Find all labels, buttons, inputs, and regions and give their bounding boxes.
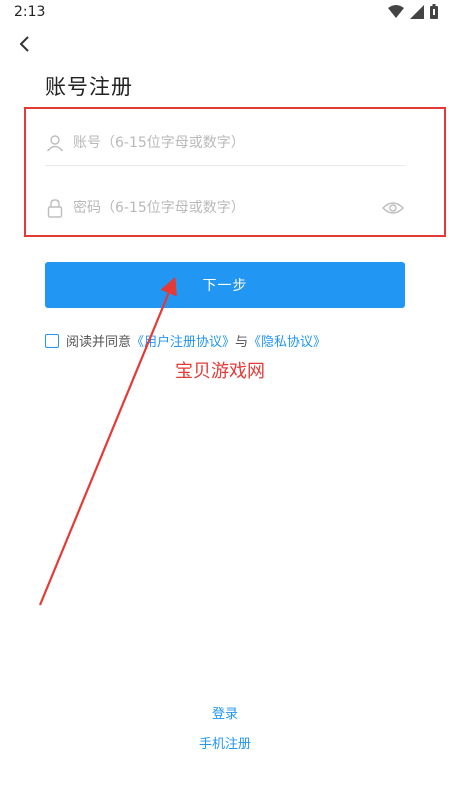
watermark-text: 宝贝游戏网 bbox=[175, 361, 265, 382]
status-time: 2:13 bbox=[14, 4, 46, 20]
next-step-button[interactable]: 下一步 bbox=[45, 262, 405, 308]
agreement-row: 阅读并同意 《用户注册协议》 与 《隐私协议》 bbox=[45, 331, 326, 350]
wifi-icon bbox=[388, 4, 404, 23]
annotation-highlight-box bbox=[24, 107, 446, 237]
user-agreement-link[interactable]: 《用户注册协议》 bbox=[131, 331, 235, 350]
login-link[interactable]: 登录 bbox=[0, 703, 450, 722]
privacy-policy-link[interactable]: 《隐私协议》 bbox=[248, 331, 326, 350]
battery-icon bbox=[430, 3, 438, 23]
agreement-checkbox[interactable] bbox=[45, 333, 59, 348]
back-button[interactable] bbox=[12, 34, 36, 58]
back-arrow-icon bbox=[17, 35, 31, 57]
agreement-prefix: 阅读并同意 bbox=[66, 335, 132, 350]
signal-icon bbox=[410, 4, 424, 23]
status-bar: 2:13 bbox=[0, 0, 450, 26]
page-title: 账号注册 bbox=[45, 75, 133, 99]
status-icons bbox=[388, 3, 438, 23]
agreement-conjunction: 与 bbox=[235, 335, 249, 350]
phone-register-link[interactable]: 手机注册 bbox=[0, 733, 450, 752]
